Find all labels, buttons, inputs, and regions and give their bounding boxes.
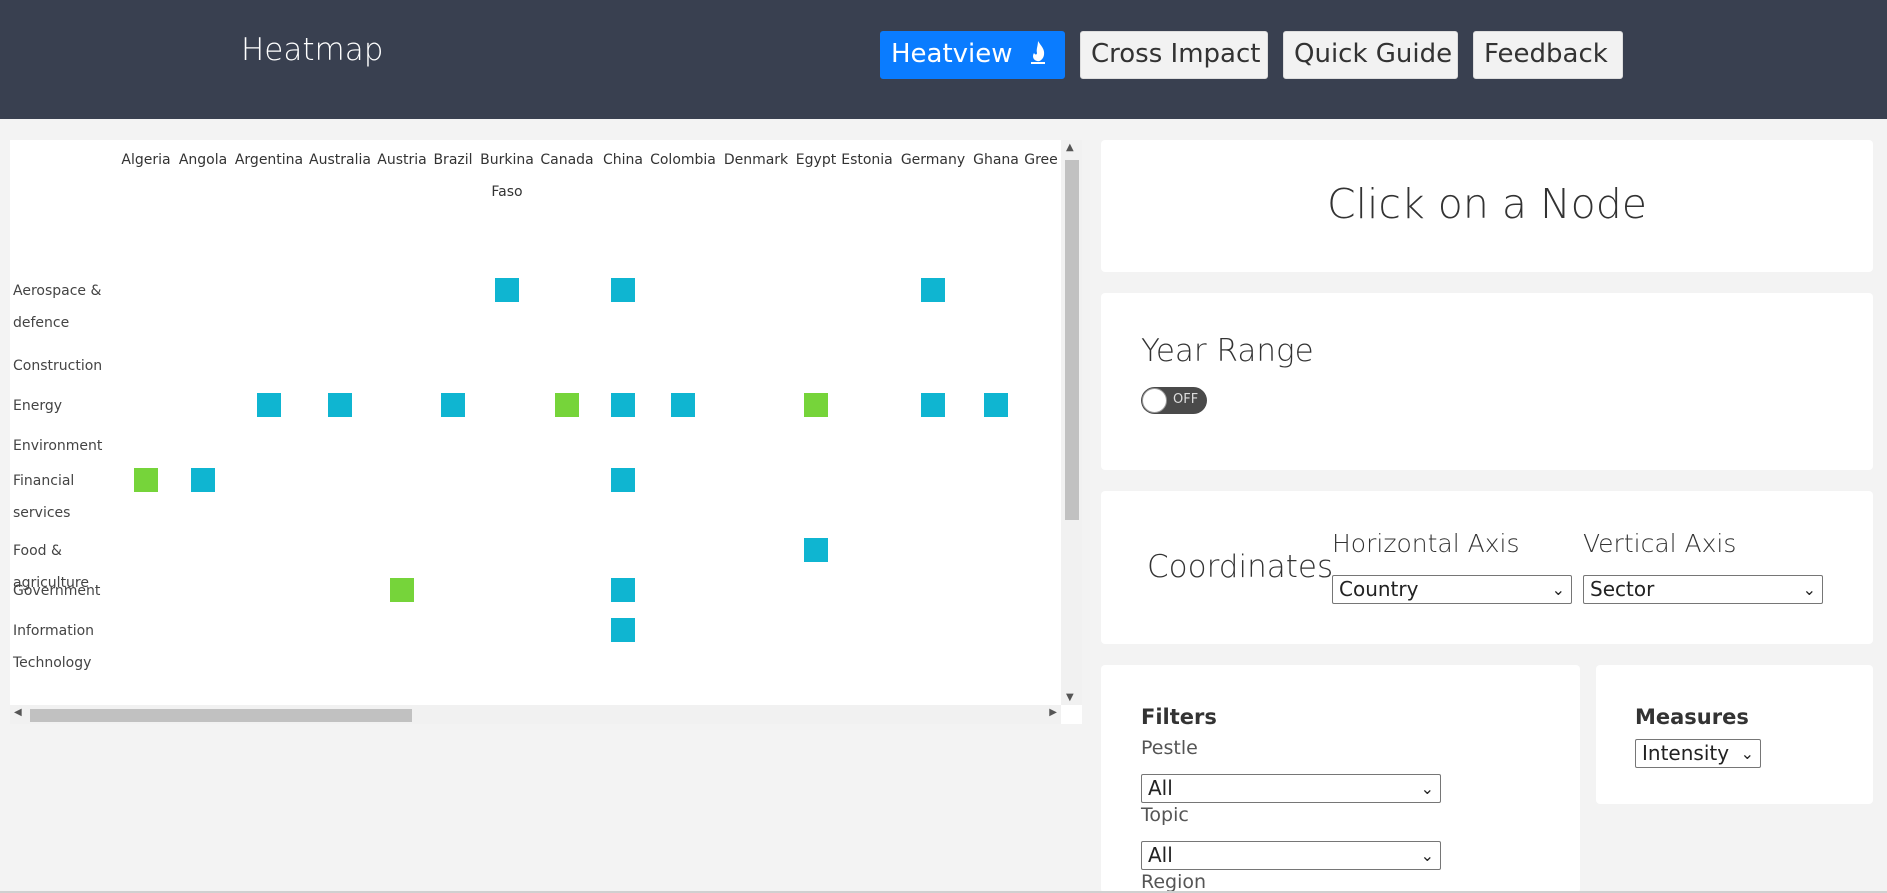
heatmap-cell[interactable]	[984, 393, 1008, 417]
heatmap-chart: Algeria Angola Argentina Australia Austria Br…	[12, 152, 1058, 671]
measures-value: Intensity	[1642, 741, 1730, 765]
node-info-card: Click on a Node	[1101, 140, 1873, 272]
measures-card: Measures Intensity ⌄	[1596, 665, 1873, 804]
year-range-toggle[interactable]: OFF	[1141, 387, 1207, 414]
x-axis-label: Colombia	[650, 152, 716, 168]
y-axis-label: Government	[13, 583, 101, 599]
x-axis-label: Algeria	[121, 152, 170, 168]
x-axis-label: Faso	[491, 184, 522, 200]
vertical-axis-label: Vertical Axis	[1583, 529, 1737, 558]
heatmap-cell[interactable]	[390, 578, 414, 602]
x-axis-label: Australia	[309, 152, 371, 168]
scroll-left-icon[interactable]: ◀	[14, 707, 22, 718]
y-axis-label: services	[13, 505, 70, 521]
heatmap-cell[interactable]	[611, 393, 635, 417]
measures-title: Measures	[1635, 705, 1749, 729]
chevron-down-icon: ⌄	[1420, 779, 1434, 798]
x-axis-label: China	[603, 152, 643, 168]
toggle-state: OFF	[1173, 392, 1199, 407]
x-axis-label: Estonia	[841, 152, 893, 168]
vertical-axis-value: Sector	[1590, 577, 1655, 601]
chevron-down-icon: ⌄	[1802, 580, 1816, 599]
scroll-up-icon[interactable]: ▲	[1066, 142, 1074, 153]
region-label: Region	[1141, 871, 1207, 893]
brand-title: Heatmap	[241, 32, 384, 68]
coordinates-card: Coordinates Horizontal Axis Country ⌄ Ve…	[1101, 491, 1873, 644]
horizontal-axis-select[interactable]: Country ⌄	[1332, 575, 1572, 604]
y-axis-label: Technology	[12, 655, 91, 671]
heatmap-cell[interactable]	[555, 393, 579, 417]
flame-icon	[1030, 41, 1045, 64]
heatmap-cell[interactable]	[671, 393, 695, 417]
y-axis-label: Environment	[13, 438, 103, 454]
heatmap-cell[interactable]	[191, 468, 215, 492]
horizontal-axis-label: Horizontal Axis	[1332, 529, 1520, 558]
node-info-title: Click on a Node	[1327, 180, 1647, 228]
nav-heatview-button[interactable]: Heatview	[880, 31, 1065, 79]
heatmap-cell[interactable]	[611, 578, 635, 602]
x-axis-label: Canada	[540, 152, 593, 168]
y-axis-label: defence	[13, 315, 69, 331]
nav-heatview-label: Heatview	[891, 39, 1013, 69]
horizontal-scrollbar[interactable]: ◀ ▶	[10, 705, 1061, 724]
x-axis-label: Ghana	[973, 152, 1019, 168]
x-axis-label: Angola	[179, 152, 227, 168]
top-navbar: Heatmap Heatview Cross Impact Quick Guid…	[0, 0, 1887, 119]
heatmap-panel: Algeria Angola Argentina Australia Austria Br…	[10, 140, 1082, 724]
topic-value: All	[1148, 843, 1173, 867]
filters-card: Filters Pestle All ⌄ Topic All ⌄ Region	[1101, 665, 1580, 893]
y-axis-label: Aerospace &	[13, 283, 101, 299]
topic-select[interactable]: All ⌄	[1141, 841, 1441, 870]
filters-title: Filters	[1141, 705, 1217, 729]
nav-quick-guide-button[interactable]: Quick Guide	[1283, 31, 1458, 79]
topic-label: Topic	[1141, 804, 1189, 826]
x-axis-label: Burkina	[480, 152, 534, 168]
heatmap-cell[interactable]	[804, 393, 828, 417]
vertical-scrollbar[interactable]: ▲ ▼	[1061, 140, 1082, 705]
pestle-select[interactable]: All ⌄	[1141, 774, 1441, 803]
x-axis-label: Germany	[901, 152, 965, 168]
heatmap-cell[interactable]	[441, 393, 465, 417]
y-axis-label: Information	[13, 623, 94, 639]
coordinates-title: Coordinates	[1147, 549, 1334, 585]
heatmap-cell[interactable]	[804, 538, 828, 562]
nav-cross-impact-button[interactable]: Cross Impact	[1080, 31, 1268, 79]
vertical-scroll-thumb[interactable]	[1065, 160, 1079, 520]
x-axis-label: Argentina	[235, 152, 303, 168]
heatmap-cell[interactable]	[611, 468, 635, 492]
pestle-value: All	[1148, 776, 1173, 800]
x-axis-label: Egypt	[796, 152, 837, 168]
heatmap-cell[interactable]	[257, 393, 281, 417]
heatmap-cell[interactable]	[495, 278, 519, 302]
chevron-down-icon: ⌄	[1420, 846, 1434, 865]
chevron-down-icon: ⌄	[1740, 744, 1754, 763]
y-axis-label: Food &	[13, 543, 62, 559]
x-axis-label: Gree	[1024, 152, 1058, 168]
y-axis-label: Construction	[13, 358, 102, 374]
x-axis-label: Denmark	[724, 152, 789, 168]
heatmap-cell[interactable]	[611, 278, 635, 302]
x-axis-label: Austria	[377, 152, 426, 168]
vertical-axis-select[interactable]: Sector ⌄	[1583, 575, 1823, 604]
heatmap-cell[interactable]	[134, 468, 158, 492]
year-range-card: Year Range OFF	[1101, 293, 1873, 470]
horizontal-scroll-thumb[interactable]	[30, 709, 412, 722]
toggle-knob	[1142, 388, 1167, 413]
scroll-down-icon[interactable]: ▼	[1066, 692, 1074, 703]
y-axis-label: Financial	[13, 473, 74, 489]
y-axis-label: Energy	[13, 398, 62, 414]
year-range-title: Year Range	[1141, 333, 1314, 369]
heatmap-cell[interactable]	[921, 278, 945, 302]
horizontal-axis-value: Country	[1339, 577, 1419, 601]
pestle-label: Pestle	[1141, 737, 1198, 759]
heatmap-cell[interactable]	[921, 393, 945, 417]
heatmap-cell[interactable]	[611, 618, 635, 642]
nav-feedback-button[interactable]: Feedback	[1473, 31, 1623, 79]
measures-select[interactable]: Intensity ⌄	[1635, 739, 1761, 768]
scroll-right-icon[interactable]: ▶	[1049, 707, 1057, 718]
chevron-down-icon: ⌄	[1551, 580, 1565, 599]
x-axis-label: Brazil	[433, 152, 472, 168]
heatmap-cell[interactable]	[328, 393, 352, 417]
